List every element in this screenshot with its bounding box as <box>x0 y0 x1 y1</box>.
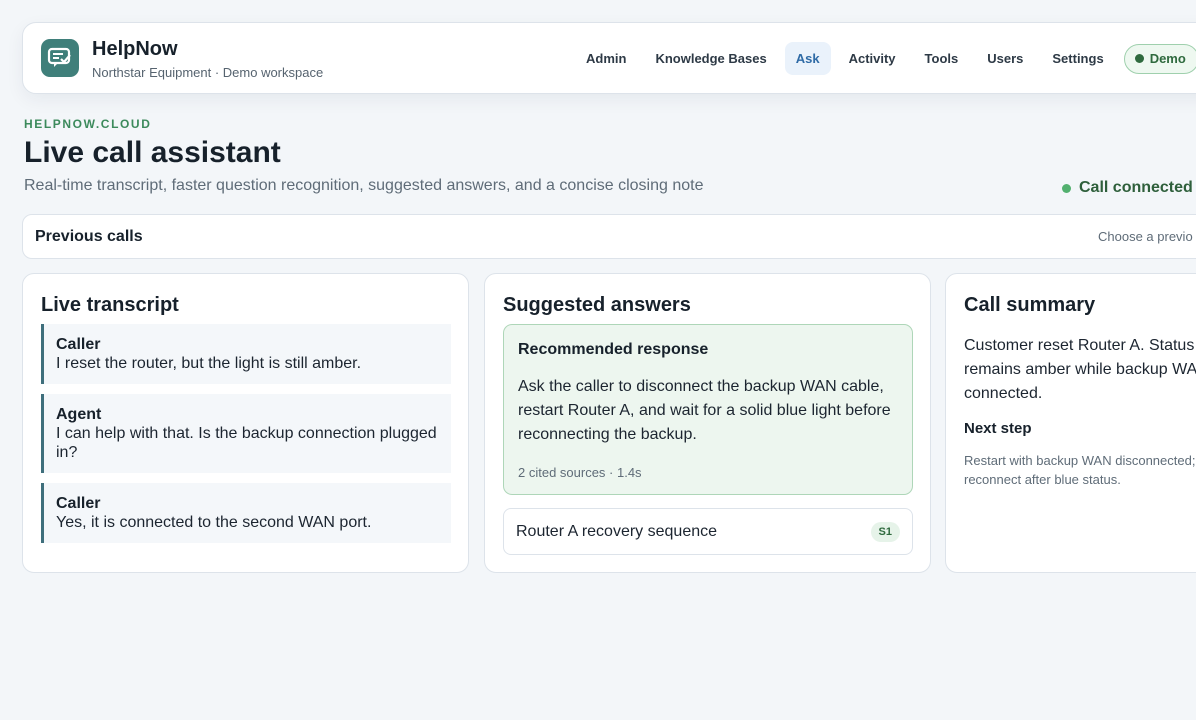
nav-item-activity[interactable]: Activity <box>838 42 907 75</box>
message-text: I reset the router, but the light is sti… <box>56 355 362 372</box>
call-status: Call connected <box>1062 179 1193 197</box>
nav-item-tools[interactable]: Tools <box>914 42 970 75</box>
message-speaker: Agent <box>56 406 102 423</box>
workspace-label: Northstar Equipment · Demo workspace <box>92 65 324 80</box>
next-step-text: Restart with backup WAN disconnected; re… <box>964 453 1196 487</box>
previous-calls-title: Previous calls <box>35 228 143 245</box>
source-item[interactable]: Router A recovery sequence S1 <box>503 508 913 555</box>
app-name: HelpNow <box>92 38 178 60</box>
live-transcript-title: Live transcript <box>41 294 179 316</box>
site-eyebrow: HELPNOW.CLOUD <box>24 117 152 131</box>
response-meta: 2 cited sources · 1.4s <box>518 465 642 480</box>
nav-item-ask[interactable]: Ask <box>784 42 831 75</box>
nav-item-users[interactable]: Users <box>976 42 1034 75</box>
call-summary-title: Call summary <box>964 294 1096 316</box>
top-navigation-bar: HelpNow Northstar Equipment · Demo works… <box>22 22 1196 94</box>
page-title: Live call assistant <box>24 136 281 169</box>
recommended-response-card: Recommended response Ask the caller to d… <box>503 324 913 495</box>
nav-item-knowledge-bases[interactable]: Knowledge Bases <box>644 42 777 75</box>
source-badge: S1 <box>870 522 900 542</box>
message-speaker: Caller <box>56 336 101 353</box>
live-transcript-panel: Live transcript Caller I reset the route… <box>22 273 469 573</box>
transcript-message: Agent I can help with that. Is the backu… <box>41 394 451 473</box>
call-status-label: Call connected <box>1079 179 1193 196</box>
status-dot-icon <box>1134 54 1144 63</box>
message-speaker: Caller <box>56 495 101 512</box>
suggested-answers-panel: Suggested answers Recommended response A… <box>484 273 931 573</box>
source-label: Router A recovery sequence <box>516 523 718 540</box>
recommended-response-title: Recommended response <box>518 341 709 358</box>
nav-item-admin[interactable]: Admin <box>575 42 637 75</box>
transcript-message: Caller I reset the router, but the light… <box>41 324 451 384</box>
next-step-title: Next step <box>964 420 1032 437</box>
message-text: I can help with that. Is the backup conn… <box>56 425 437 461</box>
transcript-message: Caller Yes, it is connected to the secon… <box>41 483 451 543</box>
chat-check-icon[interactable] <box>41 39 79 77</box>
page-description: Real-time transcript, faster question re… <box>24 177 704 194</box>
suggested-answers-title: Suggested answers <box>503 294 691 316</box>
previous-calls-bar: Previous calls Choose a previo <box>22 214 1196 259</box>
call-summary-panel: Call summary Customer reset Router A. St… <box>945 273 1196 573</box>
nav-item-settings[interactable]: Settings <box>1041 42 1114 75</box>
previous-calls-select[interactable]: Choose a previo <box>1098 229 1193 244</box>
demo-mode-badge[interactable]: Demo <box>1123 43 1196 74</box>
main-nav: Admin Knowledge Bases Ask Activity Tools… <box>575 42 1196 75</box>
connected-dot-icon <box>1062 183 1071 193</box>
recommended-response-text: Ask the caller to disconnect the backup … <box>518 378 891 443</box>
demo-label: Demo <box>1149 51 1186 66</box>
summary-text: Customer reset Router A. Status remains … <box>964 337 1196 402</box>
message-text: Yes, it is connected to the second WAN p… <box>56 514 372 531</box>
